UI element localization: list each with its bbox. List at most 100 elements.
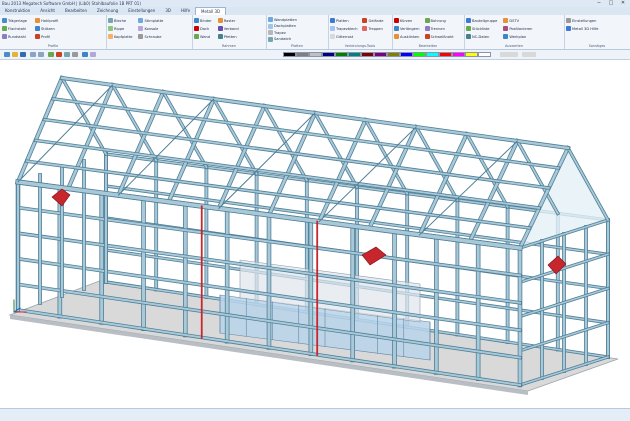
color-swatch[interactable]	[283, 52, 296, 57]
ribbon-item[interactable]: NC-Daten	[466, 33, 497, 40]
color-swatch[interactable]	[296, 52, 309, 57]
steel-hall-model[interactable]	[0, 60, 630, 408]
ribbon-item[interactable]: Trapezblech	[330, 25, 357, 32]
3d-viewport[interactable]	[0, 60, 630, 408]
ribbon-item[interactable]: Verlängern	[394, 25, 420, 32]
ribbon-item[interactable]: Sandwich	[268, 36, 297, 43]
color-swatch[interactable]	[413, 52, 426, 57]
red-knee-brace	[51, 188, 71, 207]
plate-icon	[108, 18, 113, 23]
ribbon-item[interactable]: Bleche	[108, 17, 132, 24]
color-swatch[interactable]	[374, 52, 387, 57]
ribbon-item[interactable]: Bauteilgruppe	[466, 17, 497, 24]
ribbon-item[interactable]: Platten	[330, 17, 357, 24]
ribbon-item[interactable]: Werkplan	[503, 33, 532, 40]
ribbon-item[interactable]: Trennen	[424, 25, 454, 32]
ribbon: Trägerlage Flachstahl Rundstahl Hohlprof…	[0, 15, 630, 50]
tab-metall-3d[interactable]: Metall 3D	[195, 7, 227, 15]
help-icon	[566, 26, 571, 31]
ribbon-item[interactable]: Profil	[35, 33, 58, 40]
color-swatch[interactable]	[361, 52, 374, 57]
tab-hilfe[interactable]: Hilfe	[176, 7, 195, 15]
ribbon-item[interactable]: Treppen	[362, 25, 383, 32]
ribbon-item[interactable]: Hohlprofil	[35, 17, 58, 24]
shorten-icon	[394, 18, 399, 23]
flat-steel-icon	[2, 26, 7, 31]
ribbon-item[interactable]: Raster	[217, 17, 239, 24]
select-icon[interactable]	[56, 52, 62, 57]
ribbon-item[interactable]: Verband	[217, 25, 239, 32]
ribbon-item[interactable]: Kürzen	[394, 17, 420, 24]
ribbon-item[interactable]: Trapez	[268, 30, 297, 36]
color-swatch[interactable]	[387, 52, 400, 57]
ribbon-item[interactable]: Stirnplatte	[138, 17, 163, 24]
extend-icon	[394, 26, 399, 31]
undo-icon[interactable]	[30, 52, 36, 57]
ribbon-item[interactable]: Pfetten	[217, 33, 239, 40]
line-type-dropdown[interactable]	[500, 52, 518, 57]
color-swatch[interactable]	[400, 52, 413, 57]
wall-icon	[194, 34, 199, 39]
ribbon-item[interactable]: Metall 3D Hilfe	[566, 25, 598, 32]
panel-icon	[330, 18, 335, 23]
tab-konstruktion[interactable]: Konstruktion	[0, 7, 35, 15]
color-swatch[interactable]	[452, 52, 465, 57]
zoom-icon[interactable]	[64, 52, 70, 57]
render-icon[interactable]	[90, 52, 96, 57]
ribbon-group-label: Rahmen	[221, 44, 237, 48]
color-swatch[interactable]	[478, 52, 491, 57]
line-width-dropdown[interactable]	[522, 52, 536, 57]
assembly-icon	[466, 18, 471, 23]
ribbon-item[interactable]: Schweißnaht	[424, 33, 454, 40]
toolbar	[0, 50, 630, 60]
tab-bearbeiten[interactable]: Bearbeiten	[60, 7, 92, 15]
color-swatch[interactable]	[465, 52, 478, 57]
ribbon-item[interactable]: Rundstahl	[2, 33, 27, 40]
bolt-icon	[138, 34, 144, 39]
purlin	[34, 139, 541, 210]
save-icon[interactable]	[20, 52, 26, 57]
color-swatch[interactable]	[426, 52, 439, 57]
redo-icon[interactable]	[38, 52, 44, 57]
open-folder-icon[interactable]	[12, 52, 18, 57]
layer-icon[interactable]	[48, 52, 54, 57]
ribbon-item[interactable]: Trägerlage	[2, 17, 27, 24]
ribbon-item[interactable]: Bohrung	[424, 17, 454, 24]
ribbon-item[interactable]: Gitterrost	[330, 33, 357, 40]
ribbon-item[interactable]: Positionieren	[503, 25, 532, 32]
maximize-button[interactable]: □	[606, 0, 616, 6]
column-icon	[35, 26, 41, 31]
pan-icon[interactable]	[72, 52, 78, 57]
ribbon-item[interactable]: Wand	[194, 33, 212, 40]
color-swatch[interactable]	[335, 52, 348, 57]
ribbon-item[interactable]: Stützen	[35, 25, 58, 32]
tab-einstellungen[interactable]: Einstellungen	[123, 7, 160, 15]
ribbon-item[interactable]: Flachstahl	[2, 25, 27, 32]
ribbon-item[interactable]: DSTV	[503, 17, 532, 24]
ribbon-item[interactable]: Konsole	[138, 25, 163, 32]
color-swatch[interactable]	[348, 52, 361, 57]
ribbon-item[interactable]: Dach	[194, 25, 212, 32]
ribbon-item[interactable]: Binder	[194, 17, 212, 24]
close-button[interactable]: ✕	[618, 0, 628, 6]
color-swatch[interactable]	[439, 52, 452, 57]
minimize-button[interactable]: ─	[594, 0, 604, 6]
ribbon-item[interactable]: Wandplatten	[268, 17, 297, 23]
ribbon-group-label: Verbindungs-Tools	[344, 44, 376, 48]
color-swatch[interactable]	[322, 52, 335, 57]
ribbon-item[interactable]: Schraube	[138, 33, 163, 40]
tab-3d[interactable]: 3D	[160, 7, 176, 15]
ribbon-item[interactable]: Rippe	[108, 25, 132, 32]
ribbon-item[interactable]: Stückliste	[466, 25, 497, 32]
tab-ansicht[interactable]: Ansicht	[35, 7, 60, 15]
color-swatch[interactable]	[309, 52, 322, 57]
sandwich-icon	[268, 36, 273, 42]
tab-zeichnung[interactable]: Zeichnung	[92, 7, 123, 15]
view-icon[interactable]	[82, 52, 88, 57]
ribbon-item[interactable]: Gelände	[362, 17, 383, 24]
new-file-icon[interactable]	[4, 52, 10, 57]
ribbon-item[interactable]: Ausklinken	[394, 33, 420, 40]
ribbon-item[interactable]: Dachplatten	[268, 23, 297, 30]
ribbon-item[interactable]: Kopfplatte	[108, 33, 132, 40]
ribbon-item[interactable]: Einstellungen	[566, 17, 598, 24]
